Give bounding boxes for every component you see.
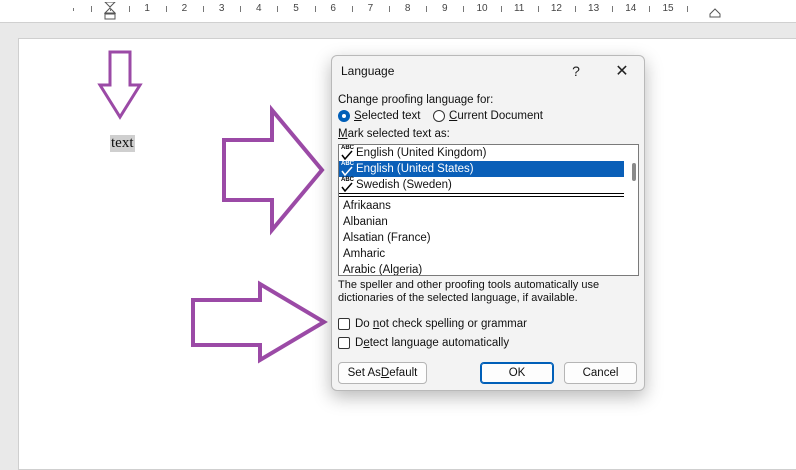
horizontal-ruler[interactable]: 1 2 3 4 5 6 7 8 9 10 11 12 13 14 15	[0, 0, 796, 23]
ruler-number: 3	[218, 3, 225, 14]
cancel-button[interactable]: Cancel	[564, 362, 637, 384]
language-name: English (United States)	[356, 163, 474, 175]
ruler-tick	[314, 6, 316, 12]
language-list-item[interactable]: Albanian	[339, 214, 638, 230]
ok-button[interactable]: OK	[480, 362, 554, 384]
ruler-number: 13	[588, 3, 600, 14]
mark-selected-label: Mark selected text as:	[338, 128, 450, 140]
ruler-tick	[500, 6, 502, 12]
language-list-item[interactable]: Amharic	[339, 246, 638, 262]
close-button[interactable]: ✕	[607, 58, 637, 84]
ruler-tick	[389, 6, 390, 12]
selected-document-text[interactable]: text	[110, 135, 135, 152]
language-listbox[interactable]: ABC English (United Kingdom) ABC English (U…	[338, 144, 639, 276]
ruler-tick	[686, 6, 688, 12]
language-list-item[interactable]: Arabic (Algeria)	[339, 262, 638, 275]
ruler-number: 9	[442, 3, 448, 14]
radio-current-document-control[interactable]	[433, 110, 445, 122]
ruler-number: 6	[330, 3, 336, 14]
ruler-number: 2	[181, 3, 188, 14]
no-spell-check-checkbox[interactable]	[338, 318, 350, 330]
ruler-tick	[91, 6, 93, 12]
radio-selected-text-control[interactable]	[338, 110, 350, 122]
right-indent-marker-icon[interactable]	[709, 8, 721, 18]
ruler-number: 11	[513, 3, 525, 14]
indent-marker-icon[interactable]	[104, 2, 116, 20]
detect-language-label: Detect language automatically	[355, 337, 510, 349]
spell-check-icon	[341, 150, 353, 160]
ruler-number: 7	[367, 3, 374, 14]
help-button[interactable]: ?	[561, 58, 591, 84]
ruler-tick	[72, 8, 74, 11]
language-name: Swedish (Sweden)	[356, 179, 452, 191]
ruler-number: 15	[662, 3, 674, 14]
no-spell-check-option[interactable]: Do not check spelling or grammar	[338, 318, 527, 330]
language-list-item[interactable]: ABC Swedish (Sweden)	[339, 177, 638, 193]
ruler-number: 1	[144, 3, 150, 14]
ruler-number: 10	[476, 3, 488, 14]
radio-current-document[interactable]: Current Document	[433, 110, 543, 122]
listbox-scrollbar[interactable]	[632, 163, 636, 181]
language-dialog: Language ? ✕ Change proofing language fo…	[331, 55, 645, 391]
language-name: English (United Kingdom)	[356, 147, 487, 159]
dialog-title: Language	[341, 64, 395, 78]
radio-selected-text[interactable]: Selected text	[338, 110, 421, 122]
radio-current-document-label: Current Document	[449, 110, 543, 122]
ruler-tick	[463, 6, 465, 12]
language-list-item[interactable]: ABC English (United States)	[339, 161, 624, 177]
language-list-item[interactable]: Alsatian (France)	[339, 230, 638, 246]
ruler-tick	[426, 6, 428, 12]
ruler-tick	[165, 6, 167, 12]
proofing-info-text: The speller and other proofing tools aut…	[338, 279, 600, 304]
ruler-number: 14	[625, 3, 637, 14]
ruler-tick	[203, 6, 204, 12]
detect-language-option[interactable]: Detect language automatically	[338, 337, 509, 349]
set-as-default-button[interactable]: Set As Default	[338, 362, 427, 384]
ruler-tick	[110, 8, 111, 11]
spell-check-icon	[341, 182, 353, 192]
ruler-tick	[612, 6, 614, 12]
ruler-tick	[649, 6, 651, 12]
radio-selected-text-label: Selected text	[354, 110, 421, 122]
ruler-number: 8	[404, 3, 411, 14]
ruler-number: 4	[256, 3, 262, 14]
ruler-number: 12	[550, 3, 562, 14]
ruler-tick	[240, 6, 242, 12]
ruler-tick	[537, 6, 539, 12]
language-list-item[interactable]: ABC English (United Kingdom)	[339, 145, 638, 161]
ruler-tick	[351, 6, 353, 12]
ruler-tick	[128, 6, 130, 12]
ruler-number: 5	[293, 3, 299, 14]
language-list-item[interactable]: Afrikaans	[339, 198, 638, 214]
detect-language-checkbox[interactable]	[338, 337, 350, 349]
no-spell-check-label: Do not check spelling or grammar	[355, 318, 527, 330]
spell-check-icon	[341, 166, 353, 176]
ruler-tick	[277, 6, 279, 12]
preferred-languages-divider	[339, 193, 624, 197]
ruler-tick	[575, 6, 576, 12]
change-proofing-label: Change proofing language for:	[338, 94, 494, 106]
